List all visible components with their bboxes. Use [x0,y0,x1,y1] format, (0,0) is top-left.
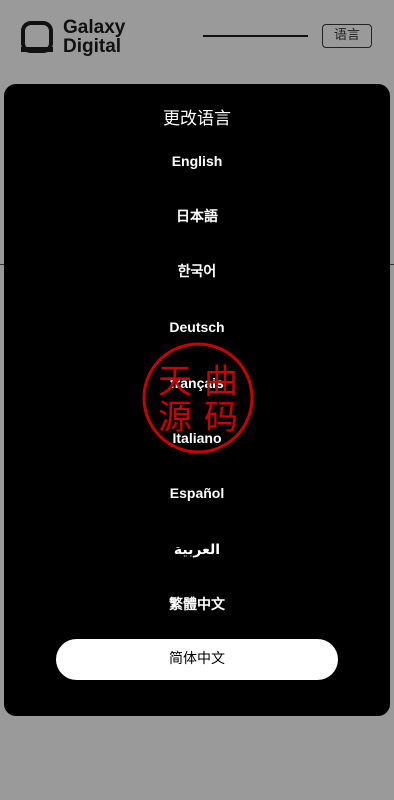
logo-text-line1: Galaxy [63,17,126,38]
language-option-french[interactable]: français [4,373,390,393]
logo[interactable]: Galaxy Digital [20,18,125,56]
logo-text: Galaxy Digital [63,18,125,56]
language-option-italian[interactable]: Italiano [4,428,390,448]
language-option-english[interactable]: English [4,151,390,171]
selected-language-button[interactable]: 简体中文 [56,639,338,680]
language-option-german[interactable]: Deutsch [4,317,390,337]
logo-icon [21,21,53,53]
language-option-spanish[interactable]: Español [4,483,390,503]
language-option-japanese[interactable]: 日本語 [4,206,390,226]
language-option-korean[interactable]: 한국어 [4,261,390,281]
language-modal: 更改语言 English 日本語 한국어 Deutsch français It… [4,84,390,716]
language-option-traditional-chinese[interactable]: 繁體中文 [4,594,390,614]
language-option-arabic[interactable]: العربية [4,539,390,559]
header: Galaxy Digital 语言 [0,0,394,80]
logo-text-line2: Digital [63,36,122,57]
language-button[interactable]: 语言 [322,24,372,48]
modal-title: 更改语言 [163,109,231,129]
menu-line-icon[interactable] [203,35,308,37]
